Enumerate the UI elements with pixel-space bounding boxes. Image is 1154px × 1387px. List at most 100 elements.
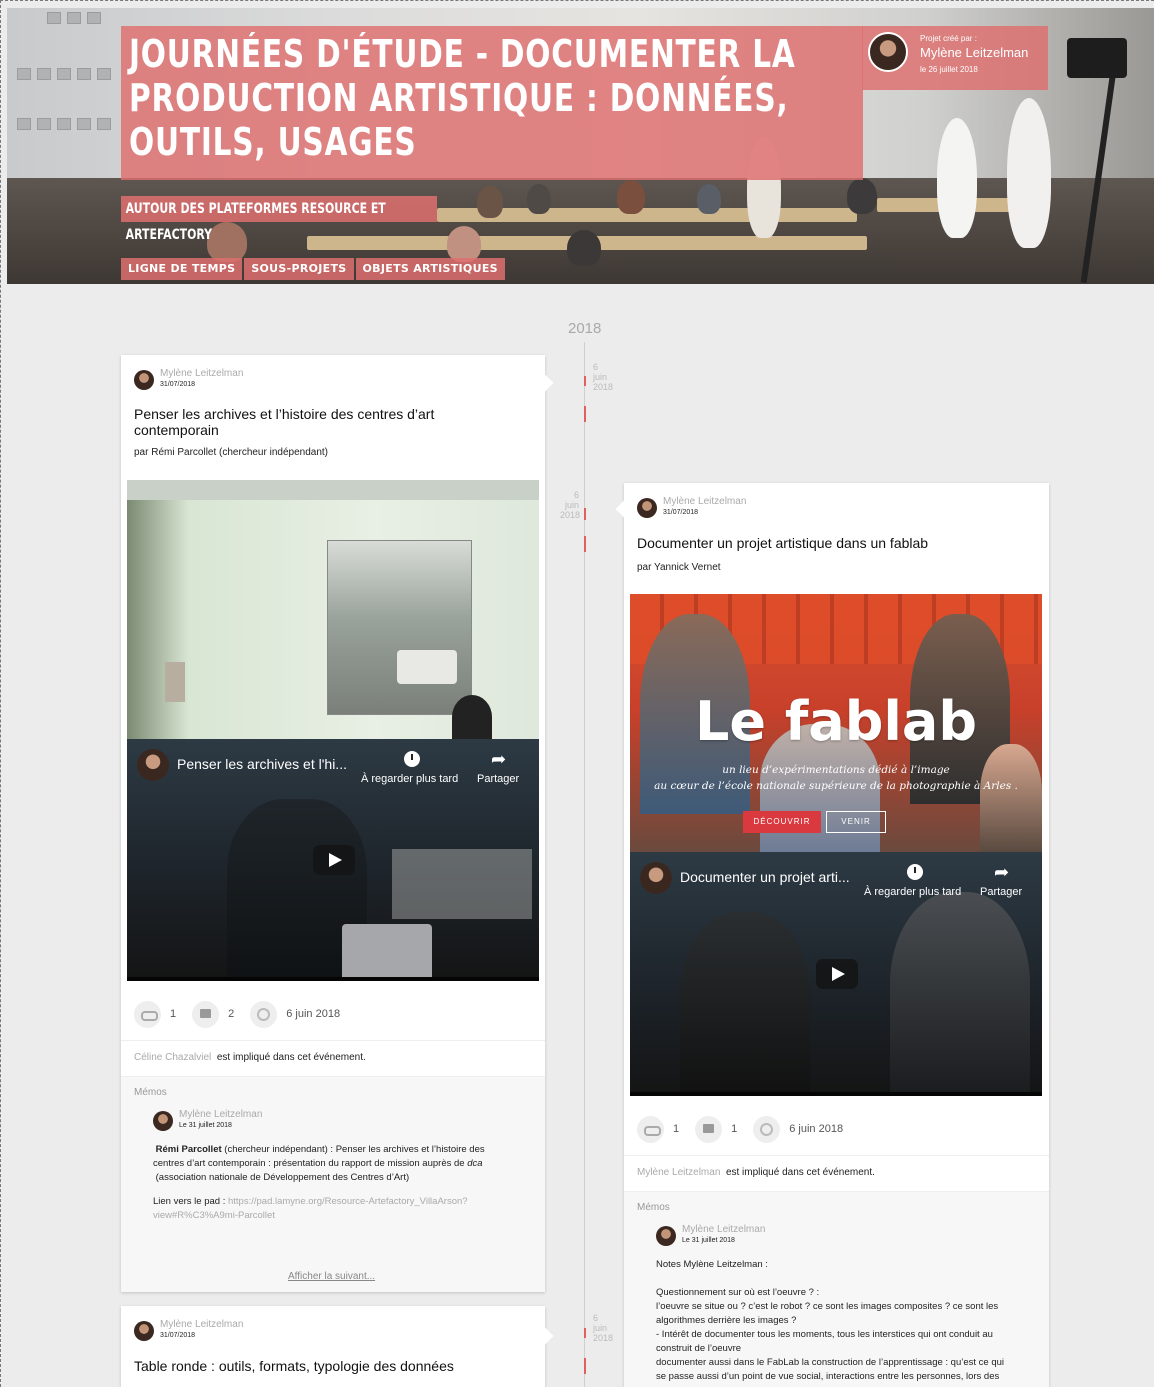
memo-speaker: Rémi Parcollet — [155, 1144, 222, 1155]
video-progress-bar[interactable] — [630, 1092, 1042, 1096]
creator-avatar[interactable] — [868, 32, 908, 72]
project-subtitle-box: Autour des plateformes Resource et Artef… — [121, 196, 437, 243]
ceiling-tile — [97, 118, 111, 130]
play-button[interactable] — [313, 845, 355, 875]
ceiling-tile — [97, 68, 111, 80]
event-speaker: par Yannick Vernet — [637, 562, 721, 573]
event-card[interactable]: Mylène Leitzelman 31/07/2018 Penser les … — [121, 355, 554, 1292]
author-date: 31/07/2018 — [160, 1332, 196, 1339]
author-name[interactable]: Mylène Leitzelman — [663, 496, 746, 507]
ceiling-tile — [67, 12, 81, 24]
memo-pad-label: Lien vers le pad : — [153, 1196, 226, 1207]
audience-person — [567, 230, 601, 266]
audience-person — [937, 118, 977, 238]
memo-line: (chercheur indépendant) : Penser les arc… — [224, 1144, 485, 1155]
share-icon[interactable]: ➦ — [994, 862, 1009, 883]
event-card[interactable]: Mylène Leitzelman 31/07/2018 Table ronde… — [121, 1306, 554, 1387]
video-player[interactable]: Penser les archives et l'hi... À regarde… — [127, 739, 539, 981]
event-card[interactable]: Mylène Leitzelman 31/07/2018 Documenter … — [615, 483, 1049, 1387]
fablab-heading: Le fablab — [694, 690, 978, 753]
video-person — [890, 892, 1030, 1096]
project-title-box: Journées d'étude - Documenter la product… — [121, 26, 863, 180]
marker-year: 2018 — [560, 510, 581, 520]
ceiling-tile — [57, 118, 71, 130]
involved-person[interactable]: Mylène Leitzelman — [637, 1167, 720, 1178]
marker-year: 2018 — [593, 1333, 614, 1343]
memo-author-avatar[interactable] — [656, 1226, 676, 1246]
link-icon[interactable] — [637, 1115, 664, 1143]
event-image[interactable] — [127, 480, 539, 739]
marker-month: juin — [564, 500, 579, 510]
video-title[interactable]: Documenter un projet arti... — [680, 869, 850, 885]
fablab-tagline: au cœur de l’école nationale supérieure … — [654, 780, 1018, 792]
audience-person — [447, 226, 481, 262]
ceiling-tile — [77, 68, 91, 80]
event-title[interactable]: Documenter un projet artistique dans un … — [637, 535, 1027, 551]
share-label[interactable]: Partager — [980, 886, 1022, 898]
author-name[interactable]: Mylène Leitzelman — [160, 1319, 243, 1330]
memo-author-avatar[interactable] — [153, 1111, 173, 1131]
ceiling-tile — [17, 68, 31, 80]
projected-car — [397, 650, 457, 684]
discover-button[interactable]: DÉCOUVRIR — [743, 811, 821, 833]
memo-line: se passe aussi d’un point de vue social,… — [656, 1371, 1000, 1382]
watch-later-label[interactable]: À regarder plus tard — [361, 773, 458, 785]
play-button[interactable] — [816, 959, 858, 989]
watch-later-icon[interactable] — [404, 751, 420, 767]
comment-icon[interactable] — [695, 1115, 723, 1143]
memos-section: Mémos Mylène Leitzelman Le 31 juillet 20… — [624, 1191, 1049, 1387]
show-next-link[interactable]: Afficher la suivant... — [288, 1271, 375, 1282]
author-name[interactable]: Mylène Leitzelman — [160, 368, 243, 379]
audience-person — [617, 180, 645, 214]
video-progress-bar[interactable] — [127, 977, 539, 981]
project-nav: Ligne de temps Sous-projets Objets artis… — [121, 258, 507, 280]
author-avatar[interactable] — [637, 498, 657, 518]
memo-line: construit de l’oeuvre — [656, 1343, 742, 1354]
event-stats: 1 1 6 juin 2018 — [637, 1115, 843, 1143]
nav-artistic-objects[interactable]: Objets artistiques — [355, 258, 505, 280]
memo-line: (association nationale de Développement … — [155, 1172, 410, 1183]
author-avatar[interactable] — [134, 1321, 154, 1341]
memo-pad-link[interactable]: view#R%C3%A9mi-Parcollet — [153, 1209, 513, 1223]
memo-author-name[interactable]: Mylène Leitzelman — [179, 1109, 262, 1120]
memo-pad-link[interactable]: https://pad.lamyne.org/Resource-Artefact… — [228, 1196, 468, 1207]
comment-icon[interactable] — [192, 1000, 220, 1028]
visit-button[interactable]: VENIR — [826, 811, 886, 833]
clock-icon — [250, 1000, 278, 1028]
channel-avatar[interactable] — [640, 862, 672, 894]
video-player[interactable]: Documenter un projet arti... À regarder … — [630, 852, 1042, 1096]
event-date: 6 juin 2018 — [286, 1008, 341, 1020]
memos-section: Mémos Mylène Leitzelman Le 31 juillet 20… — [121, 1076, 545, 1292]
event-title[interactable]: Table ronde : outils, formats, typologie… — [134, 1358, 534, 1374]
memo-date: Le 31 juillet 2018 — [682, 1237, 735, 1244]
links-count: 1 — [673, 1123, 680, 1135]
project-creator[interactable]: Projet créé par : Mylène Leitzelman le 2… — [862, 26, 1048, 90]
involved-person[interactable]: Céline Chazalviel — [134, 1052, 211, 1063]
memo-line: centres d’art contemporain : présentatio… — [153, 1158, 465, 1169]
video-title[interactable]: Penser les archives et l'hi... — [177, 756, 347, 772]
event-stats: 1 2 6 juin 2018 — [134, 1000, 340, 1028]
watch-later-icon[interactable] — [907, 864, 923, 880]
nav-subprojects[interactable]: Sous-projets — [244, 258, 354, 280]
memo-author-name[interactable]: Mylène Leitzelman — [682, 1224, 765, 1235]
ceiling-tile — [47, 12, 61, 24]
memo-line: documenter aussi dans le FabLab la const… — [656, 1357, 1005, 1368]
author-date: 31/07/2018 — [663, 509, 699, 516]
nav-timeline[interactable]: Ligne de temps — [121, 258, 243, 280]
timeline-tick — [584, 536, 586, 552]
involved-text: est impliqué dans cet événement. — [725, 1167, 875, 1178]
watch-later-label[interactable]: À regarder plus tard — [864, 886, 961, 898]
event-title[interactable]: Penser les archives et l’histoire des ce… — [134, 406, 474, 438]
creator-name[interactable]: Mylène Leitzelman — [920, 45, 1028, 60]
author-avatar[interactable] — [134, 370, 154, 390]
share-icon[interactable]: ➦ — [491, 749, 506, 770]
audience-person — [477, 186, 503, 218]
event-image[interactable]: Le fablab un lieu d’expérimentations déd… — [630, 594, 1042, 852]
project-header: Journées d'étude - Documenter la product… — [7, 8, 1154, 284]
channel-avatar[interactable] — [137, 749, 169, 781]
link-icon[interactable] — [134, 1000, 161, 1028]
share-label[interactable]: Partager — [477, 773, 519, 785]
creator-date: le 26 juillet 2018 — [920, 65, 978, 74]
links-count: 1 — [170, 1008, 177, 1020]
involved-text: est impliqué dans cet événement. — [216, 1052, 366, 1063]
